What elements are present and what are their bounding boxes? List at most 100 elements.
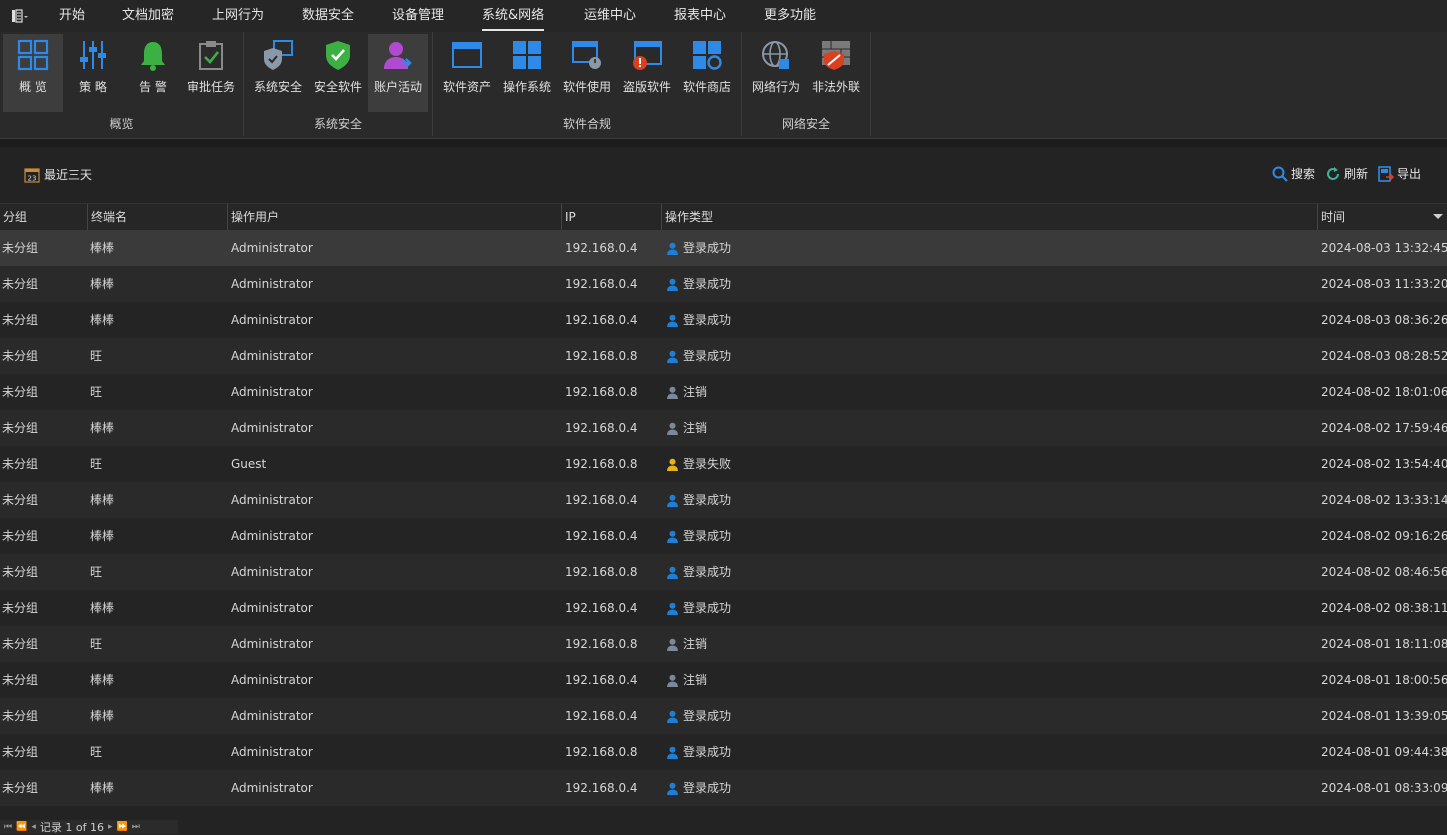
table-row[interactable]: 未分组 旺 Administrator 192.168.0.8 登录成功 2024-08-… bbox=[0, 734, 1447, 770]
table-row[interactable]: 未分组 棒棒 Administrator 192.168.0.4 登录成功 2024-08… bbox=[0, 590, 1447, 626]
tab-report-center[interactable]: 报表中心 bbox=[674, 0, 726, 32]
operation-label: 登录成功 bbox=[683, 349, 732, 363]
cell-ip: 192.168.0.4 bbox=[565, 781, 638, 795]
cell-ip: 192.168.0.4 bbox=[565, 673, 638, 687]
cell-ip: 192.168.0.8 bbox=[565, 637, 638, 651]
software-store-button[interactable]: 软件商店 bbox=[677, 34, 737, 112]
table-row[interactable]: 未分组 棒棒 Administrator 192.168.0.4 登录成功 2024-08… bbox=[0, 482, 1447, 518]
cell-user: Administrator bbox=[231, 313, 313, 327]
pirated-software-label: 盗版软件 bbox=[622, 80, 671, 94]
tab-device-management[interactable]: 设备管理 bbox=[392, 0, 444, 32]
table-row[interactable]: 未分组 旺 Guest 192.168.0.8 登录失败 2024-08-02 13:54… bbox=[0, 446, 1447, 482]
user-success-icon bbox=[667, 494, 678, 507]
cell-operation: 登录成功 bbox=[666, 590, 731, 626]
operation-label: 注销 bbox=[683, 673, 708, 687]
column-header-time[interactable]: 时间 bbox=[1317, 204, 1447, 230]
tab-internet-behavior[interactable]: 上网行为 bbox=[212, 0, 264, 32]
prev-page-group-icon[interactable]: ⏪ bbox=[16, 822, 27, 832]
software-store-label: 软件商店 bbox=[682, 80, 731, 94]
operating-system-button[interactable]: 操作系统 bbox=[497, 34, 557, 112]
cell-operation: 登录成功 bbox=[666, 734, 731, 770]
cell-terminal: 棒棒 bbox=[90, 709, 115, 723]
table-row[interactable]: 未分组 旺 Administrator 192.168.0.8 注销 2024-08-02… bbox=[0, 374, 1447, 410]
cell-group: 未分组 bbox=[2, 421, 39, 435]
table-row[interactable]: 未分组 棒棒 Administrator 192.168.0.4 登录成功 2024-08… bbox=[0, 302, 1447, 338]
approval-task-button[interactable]: 审批任务 bbox=[181, 34, 241, 112]
last-page-icon[interactable]: ⏭ bbox=[132, 822, 140, 832]
tab-more-features[interactable]: 更多功能 bbox=[764, 0, 816, 32]
software-assets-button[interactable]: 软件资产 bbox=[437, 34, 497, 112]
security-software-button[interactable]: 安全软件 bbox=[308, 34, 368, 112]
refresh-button[interactable]: 刷新 bbox=[1325, 165, 1368, 182]
table-row[interactable]: 未分组 棒棒 Administrator 192.168.0.4 注销 2024-08-0… bbox=[0, 662, 1447, 698]
operation-label: 登录成功 bbox=[683, 601, 732, 615]
app-menu-button[interactable] bbox=[0, 0, 40, 32]
cell-ip: 192.168.0.4 bbox=[565, 601, 638, 615]
user-logout-icon bbox=[667, 422, 678, 435]
operation-label: 注销 bbox=[683, 421, 708, 435]
network-behavior-label: 网络行为 bbox=[751, 80, 800, 94]
cell-time: 2024-08-02 08:38:11 bbox=[1321, 601, 1447, 615]
prev-page-icon[interactable]: ◂ bbox=[31, 822, 36, 832]
first-page-icon[interactable]: ⏮ bbox=[4, 822, 12, 832]
table-row[interactable]: 未分组 棒棒 Administrator 192.168.0.4 注销 2024-08-0… bbox=[0, 410, 1447, 446]
overview-button[interactable]: 概 览 bbox=[3, 34, 63, 112]
cell-ip: 192.168.0.4 bbox=[565, 241, 638, 255]
cell-group: 未分组 bbox=[2, 673, 39, 687]
table-row[interactable]: 未分组 旺 Administrator 192.168.0.8 登录成功 2024-08-… bbox=[0, 554, 1447, 590]
user-success-icon bbox=[667, 278, 678, 291]
operation-label: 登录成功 bbox=[683, 745, 732, 759]
table-row[interactable]: 未分组 旺 Administrator 192.168.0.8 注销 2024-08-01… bbox=[0, 626, 1447, 662]
pirated-software-button[interactable]: 盗版软件 bbox=[617, 34, 677, 112]
operating-system-label: 操作系统 bbox=[502, 80, 551, 94]
table-row[interactable]: 未分组 棒棒 Administrator 192.168.0.4 登录成功 2024-08… bbox=[0, 518, 1447, 554]
system-security-button[interactable]: 系统安全 bbox=[248, 34, 308, 112]
cell-operation: 登录成功 bbox=[666, 482, 731, 518]
cell-group: 未分组 bbox=[2, 637, 39, 651]
table-row[interactable]: 未分组 旺 Administrator 192.168.0.8 登录成功 2024-08-… bbox=[0, 338, 1447, 374]
date-filter-button[interactable]: 23 最近三天 bbox=[24, 166, 92, 183]
sliders-icon bbox=[76, 38, 110, 72]
operation-label: 登录成功 bbox=[683, 565, 732, 579]
cell-user: Administrator bbox=[231, 385, 313, 399]
cell-time: 2024-08-02 08:46:56 bbox=[1321, 565, 1447, 579]
column-header-group[interactable]: 分组 bbox=[0, 204, 87, 230]
ribbon-group-system-security: 系统安全 安全软件 账户活动 系统安全 bbox=[244, 32, 433, 136]
table-row[interactable]: 未分组 棒棒 Administrator 192.168.0.4 登录成功 2024-08… bbox=[0, 266, 1447, 302]
cell-ip: 192.168.0.8 bbox=[565, 745, 638, 759]
ribbon-group-label-overview: 概览 bbox=[109, 117, 134, 131]
column-header-operation[interactable]: 操作类型 bbox=[661, 204, 1317, 230]
toolbar: 23 最近三天 搜索 刷新 导出 bbox=[0, 147, 1447, 203]
illegal-outreach-button[interactable]: 非法外联 bbox=[806, 34, 866, 112]
cell-terminal: 旺 bbox=[90, 457, 103, 471]
cell-user: Administrator bbox=[231, 421, 313, 435]
user-success-icon bbox=[667, 710, 678, 723]
tab-doc-encryption[interactable]: 文档加密 bbox=[122, 0, 174, 32]
tab-ops-center[interactable]: 运维中心 bbox=[584, 0, 636, 32]
column-header-terminal[interactable]: 终端名 bbox=[87, 204, 227, 230]
column-header-ip[interactable]: IP bbox=[561, 204, 661, 230]
network-behavior-button[interactable]: 网络行为 bbox=[746, 34, 806, 112]
search-button[interactable]: 搜索 bbox=[1272, 165, 1315, 182]
cell-operation: 登录成功 bbox=[666, 770, 731, 806]
table-row[interactable]: 未分组 棒棒 Administrator 192.168.0.4 登录成功 2024-08… bbox=[0, 230, 1447, 266]
column-header-user[interactable]: 操作用户 bbox=[227, 204, 561, 230]
table-row[interactable]: 未分组 棒棒 Administrator 192.168.0.4 登录成功 2024-08… bbox=[0, 770, 1447, 806]
tab-data-security[interactable]: 数据安全 bbox=[302, 0, 354, 32]
software-usage-button[interactable]: 软件使用 bbox=[557, 34, 617, 112]
calendar-icon: 23 bbox=[24, 167, 40, 183]
next-page-group-icon[interactable]: ⏩ bbox=[116, 822, 127, 832]
cell-group: 未分组 bbox=[2, 781, 39, 795]
cell-time: 2024-08-02 18:01:06 bbox=[1321, 385, 1447, 399]
table-row[interactable]: 未分组 棒棒 Administrator 192.168.0.4 登录成功 2024-08… bbox=[0, 698, 1447, 734]
policy-button[interactable]: 策 略 bbox=[63, 34, 123, 112]
cell-terminal: 棒棒 bbox=[90, 529, 115, 543]
user-success-icon bbox=[667, 242, 678, 255]
tab-system-network[interactable]: 系统&网络 bbox=[482, 0, 545, 32]
tab-start[interactable]: 开始 bbox=[59, 0, 85, 32]
cell-terminal: 旺 bbox=[90, 565, 103, 579]
alert-button[interactable]: 告 警 bbox=[123, 34, 183, 112]
next-page-icon[interactable]: ▸ bbox=[108, 822, 113, 832]
account-activity-button[interactable]: 账户活动 bbox=[368, 34, 428, 112]
export-button[interactable]: 导出 bbox=[1378, 165, 1421, 182]
